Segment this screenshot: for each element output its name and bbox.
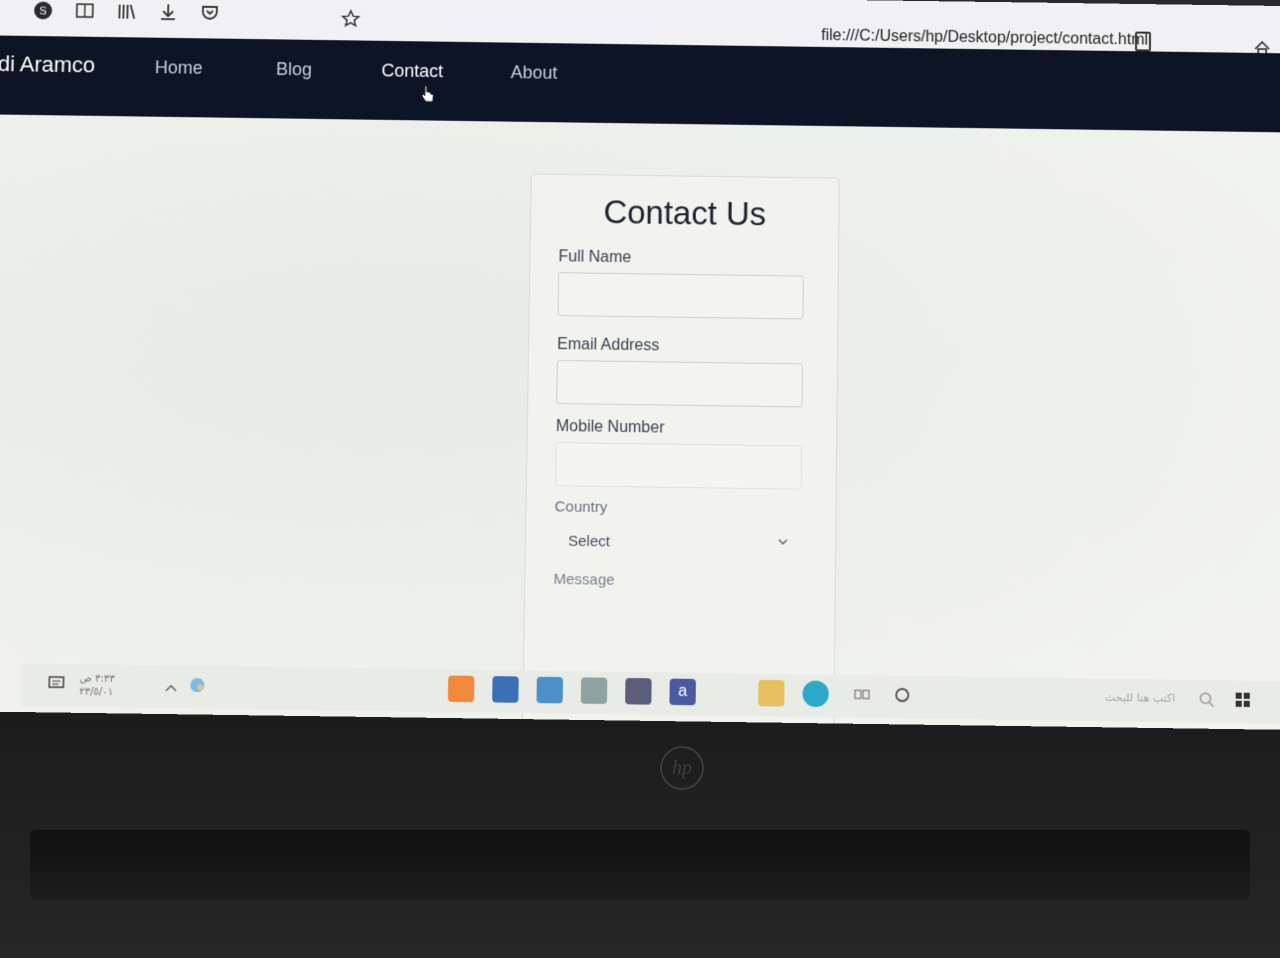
search-icon[interactable] [1197, 690, 1215, 709]
cortana-icon[interactable] [893, 686, 911, 705]
laptop-hinge [30, 830, 1250, 900]
file-explorer-icon[interactable] [758, 679, 785, 707]
photo-scene: S file:///C:/Users/hp/Desktop/project/co… [0, 0, 1280, 958]
page-icon[interactable] [1135, 31, 1151, 52]
reader-view-icon[interactable] [75, 1, 95, 21]
country-select-value: Select [568, 532, 611, 551]
full-name-input[interactable] [557, 272, 804, 320]
firefox-icon[interactable] [447, 675, 475, 703]
full-name-label: Full Name [558, 248, 632, 267]
taskbar-search-box[interactable]: اكتب هنا للبحث [1105, 691, 1176, 705]
message-label: Message [553, 570, 615, 589]
taskbar-clock[interactable]: ٣:٣٣ ص ٢٣/٥/٠١ [79, 672, 115, 699]
chevron-down-icon [777, 536, 789, 548]
hand-cursor-icon [421, 85, 435, 105]
url-bar-text[interactable]: file:///C:/Users/hp/Desktop/project/cont… [821, 27, 1148, 49]
email-input[interactable] [556, 359, 803, 408]
country-label: Country [554, 498, 608, 517]
nav-link-about[interactable]: About [510, 62, 558, 83]
notification-icon[interactable] [47, 674, 66, 692]
bookmark-star-icon[interactable] [341, 9, 361, 29]
pocket-icon[interactable] [200, 3, 220, 23]
store-icon[interactable] [625, 677, 652, 705]
mobile-label: Mobile Number [555, 418, 665, 437]
nav-link-home[interactable]: Home [155, 57, 203, 78]
laptop-screen: S file:///C:/Users/hp/Desktop/project/co… [0, 0, 1280, 730]
task-view-icon[interactable] [853, 685, 871, 704]
site-brand[interactable]: di Aramco [0, 51, 95, 78]
chevron-up-icon[interactable] [162, 680, 181, 698]
clock-time: ٣:٣٣ ص [79, 673, 115, 685]
mail-app-icon[interactable] [536, 676, 564, 704]
library-icon[interactable] [116, 2, 136, 22]
contact-form-title: Contact Us [603, 193, 767, 233]
calendar-app-icon[interactable] [492, 676, 519, 703]
download-icon[interactable] [158, 2, 178, 22]
email-label: Email Address [557, 336, 660, 355]
mobile-input[interactable] [554, 442, 803, 490]
network-icon[interactable] [188, 676, 207, 694]
svg-text:S: S [39, 5, 47, 17]
contact-form-card: Contact Us Full Name Email Address Mobil… [521, 173, 840, 730]
hp-logo: hp [660, 746, 704, 790]
country-select[interactable]: Select [554, 524, 791, 562]
skype-icon[interactable]: S [33, 1, 53, 21]
nav-link-blog[interactable]: Blog [276, 59, 312, 80]
edge-icon[interactable] [802, 680, 829, 708]
windows-start-icon[interactable] [1234, 691, 1252, 710]
page-content: Contact Us Full Name Email Address Mobil… [0, 114, 1280, 730]
photos-app-icon[interactable] [580, 677, 608, 705]
amazon-icon[interactable]: a [669, 678, 696, 706]
nav-link-contact[interactable]: Contact [381, 61, 443, 83]
clock-date: ٢٣/٥/٠١ [79, 686, 114, 699]
